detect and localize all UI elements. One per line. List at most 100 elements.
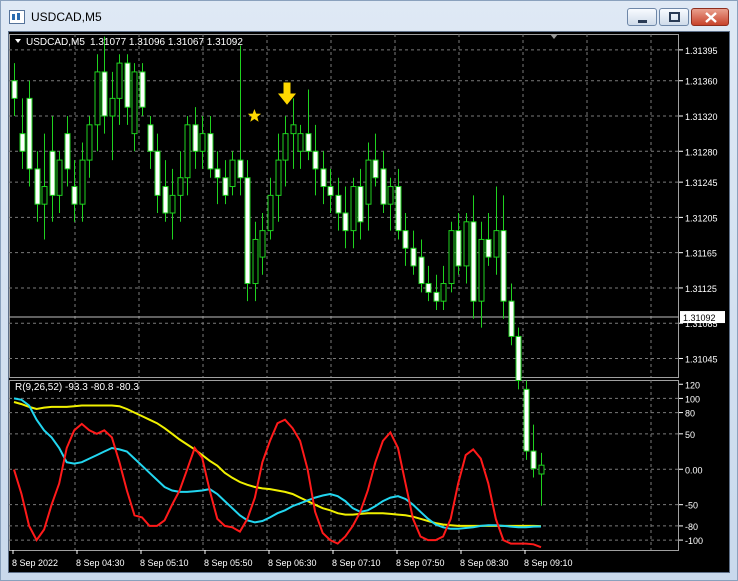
time-tick-label: 8 Sep 05:10	[140, 558, 189, 568]
candle	[380, 151, 387, 213]
restore-icon	[669, 12, 680, 22]
candle-body-bull	[365, 159, 372, 205]
price-tick-label: 1.31320	[685, 112, 718, 122]
candle	[131, 63, 138, 152]
candle-body-bear	[372, 159, 379, 179]
candle-body-bear	[34, 168, 41, 205]
title-bar[interactable]: USDCAD,M5	[1, 1, 737, 33]
symbol-label: USDCAD,M5	[26, 37, 85, 48]
candle	[455, 212, 462, 275]
candle	[34, 151, 41, 222]
candle-body-bear	[515, 335, 522, 382]
price-tick-label: 1.31245	[685, 178, 718, 188]
time-tick-label: 8 Sep 2022	[12, 558, 58, 568]
dropdown-triangle-icon[interactable]	[15, 39, 21, 43]
candle-body-bear	[470, 221, 477, 302]
candle	[320, 151, 327, 205]
candle	[237, 45, 244, 196]
candle	[116, 54, 123, 125]
candle-body-bull	[448, 230, 455, 285]
down-arrow-marker[interactable]	[277, 82, 297, 105]
candles	[11, 36, 545, 506]
candle	[109, 71, 116, 161]
candle	[199, 116, 206, 169]
price-chart[interactable]: 1.31395 1.31360 1.31320 1.31280 1.31245 1.312…	[9, 32, 729, 572]
candle-body-bull	[199, 133, 206, 152]
candle	[312, 124, 319, 196]
candle-body-bear	[19, 133, 26, 152]
candle	[56, 151, 63, 213]
candle	[139, 63, 146, 117]
candle	[86, 116, 93, 178]
candle-body-bull	[493, 230, 500, 258]
current-price-label: 1.31092	[683, 313, 716, 323]
close-button[interactable]	[691, 8, 729, 26]
indicator-lines	[13, 397, 542, 549]
candle	[267, 177, 274, 240]
candle	[335, 177, 342, 231]
candle-body-bull	[116, 62, 123, 99]
indicator-label: R(9,26,52) -93.3 -80.8 -80.3	[15, 382, 139, 393]
candle-body-bull	[350, 186, 357, 232]
restore-button[interactable]	[659, 8, 689, 26]
candle	[252, 221, 259, 302]
candle-body-bear	[49, 150, 56, 196]
candle-body-bear	[508, 300, 515, 337]
candle-body-bull	[538, 464, 545, 475]
candle	[177, 151, 184, 222]
candle-body-bull	[297, 133, 304, 152]
candle	[402, 212, 409, 266]
candle-body-bull	[169, 194, 176, 214]
close-icon	[705, 12, 717, 23]
candle-body-bear	[327, 186, 334, 196]
candle-body-bear	[500, 230, 507, 302]
candle	[101, 36, 108, 134]
price-tick-label: 1.31205	[685, 213, 718, 223]
candle-body-bear	[455, 230, 462, 267]
candle-body-bear	[335, 194, 342, 214]
candle	[508, 283, 515, 346]
candle	[297, 124, 304, 169]
candle-body-bull	[387, 186, 394, 205]
candle	[282, 116, 289, 187]
candle-body-bear	[485, 238, 492, 258]
candle	[478, 221, 485, 328]
chart-area[interactable]: 1.31395 1.31360 1.31320 1.31280 1.31245 1.312…	[8, 31, 730, 573]
candle-body-bull	[290, 124, 297, 135]
candle	[290, 98, 297, 169]
indicator-tick-label: 80	[685, 409, 695, 419]
time-tick-label: 8 Sep 07:10	[332, 558, 381, 568]
indicator-line-slow	[13, 401, 542, 528]
candle	[222, 160, 229, 205]
star-icon	[247, 109, 262, 122]
candle-body-bull	[131, 71, 138, 135]
candle	[448, 221, 455, 293]
candle-body-bear	[237, 159, 244, 179]
candle-body-bear	[124, 62, 131, 108]
indicator-tick-label: -50	[685, 501, 698, 511]
candle-body-bear	[380, 168, 387, 205]
candle-body-bear	[207, 133, 214, 170]
chart-window-icon	[9, 10, 25, 24]
candle	[49, 116, 56, 222]
star-marker[interactable]	[247, 109, 262, 122]
candle	[207, 116, 214, 178]
down-arrow-icon	[277, 82, 297, 105]
candle	[64, 116, 71, 187]
candle-body-bull	[184, 124, 191, 179]
candle	[433, 274, 440, 310]
candle	[485, 212, 492, 266]
candle-body-bear	[433, 291, 440, 302]
candle-body-bear	[530, 450, 537, 470]
candle-body-bear	[64, 133, 71, 170]
time-tick-label: 8 Sep 05:50	[204, 558, 253, 568]
minimize-icon	[638, 20, 647, 23]
candle-body-bear	[26, 97, 33, 170]
candle	[162, 160, 169, 222]
candle-body-bear	[11, 80, 18, 99]
minimize-button[interactable]	[627, 8, 657, 26]
candle	[523, 380, 530, 460]
chart-shift-marker[interactable]	[550, 34, 558, 39]
candle	[470, 195, 477, 319]
candle	[418, 239, 425, 293]
